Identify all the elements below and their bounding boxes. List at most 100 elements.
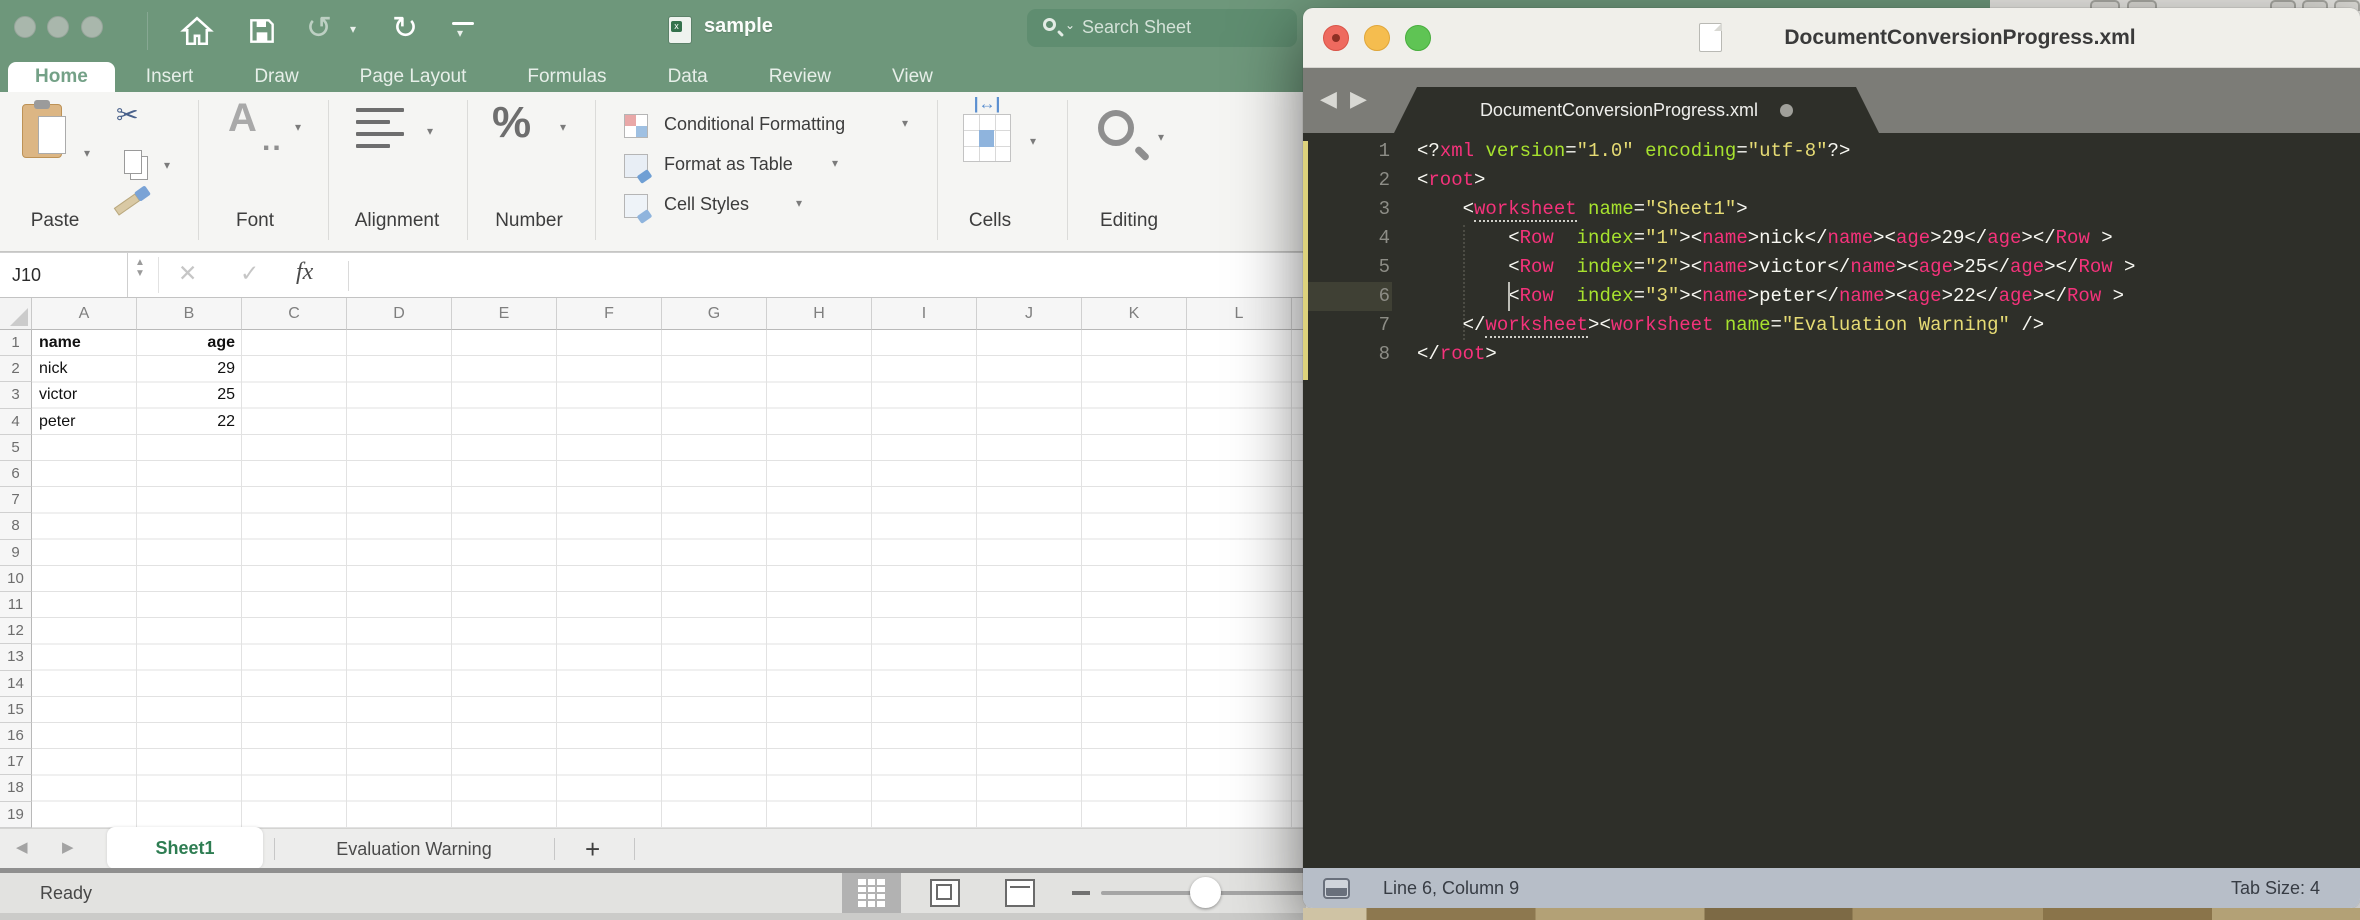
column-header-H[interactable]: H [767, 298, 872, 330]
close-button[interactable] [14, 16, 36, 38]
alignment-caret[interactable]: ▾ [427, 124, 433, 138]
row-header-7[interactable]: 7 [0, 487, 32, 513]
row-header-5[interactable]: 5 [0, 435, 32, 461]
grid-cell[interactable]: peter [32, 409, 137, 435]
search-box[interactable]: ⌄ Search Sheet [1027, 9, 1297, 47]
row-header-3[interactable]: 3 [0, 382, 32, 408]
column-header-D[interactable]: D [347, 298, 452, 330]
row-header-4[interactable]: 4 [0, 409, 32, 435]
nav-forward-icon[interactable]: ▶ [1350, 86, 1367, 112]
conditional-formatting-caret[interactable]: ▾ [902, 116, 908, 130]
conditional-formatting-label[interactable]: Conditional Formatting [664, 114, 845, 135]
minimize-button[interactable] [1364, 25, 1390, 51]
row-header-2[interactable]: 2 [0, 356, 32, 382]
ribbon-tab-home[interactable]: Home [8, 62, 115, 92]
row-header-10[interactable]: 10 [0, 566, 32, 592]
editing-caret[interactable]: ▾ [1158, 130, 1164, 144]
add-sheet-button[interactable]: + [585, 829, 600, 869]
select-all-corner[interactable] [0, 298, 32, 330]
row-header-19[interactable]: 19 [0, 802, 32, 828]
grid-cell[interactable]: 29 [137, 356, 242, 382]
column-header-L[interactable]: L [1187, 298, 1292, 330]
ribbon-tab-view[interactable]: View [889, 62, 936, 92]
grid-cell[interactable]: 25 [137, 382, 242, 408]
zoom-slider-knob[interactable] [1190, 877, 1221, 908]
number-format-icon[interactable]: % [492, 98, 531, 148]
column-header-E[interactable]: E [452, 298, 557, 330]
ribbon-tab-data[interactable]: Data [665, 62, 711, 92]
paste-caret[interactable]: ▾ [84, 146, 90, 160]
row-header-9[interactable]: 9 [0, 540, 32, 566]
cut-icon[interactable]: ✂ [116, 100, 139, 131]
row-header-1[interactable]: 1 [0, 330, 32, 356]
row-header-12[interactable]: 12 [0, 618, 32, 644]
zoom-button[interactable] [81, 16, 103, 38]
undo-dropdown-caret[interactable]: ▾ [350, 22, 356, 36]
page-break-view-button[interactable] [1005, 879, 1035, 907]
toolbar-more-caret[interactable]: ▾ [457, 26, 463, 40]
zoom-button[interactable] [1405, 25, 1431, 51]
zoom-out-icon[interactable] [1072, 891, 1090, 895]
search-scope-caret[interactable]: ⌄ [1065, 18, 1075, 32]
undo-icon[interactable]: ↻ [306, 11, 332, 45]
cells-caret[interactable]: ▾ [1030, 134, 1036, 148]
cell-styles-label[interactable]: Cell Styles [664, 194, 749, 215]
confirm-entry-icon[interactable]: ✓ [240, 260, 259, 287]
row-header-14[interactable]: 14 [0, 671, 32, 697]
sheet-prev-icon[interactable]: ◀ [16, 838, 28, 856]
grid-cell[interactable]: victor [32, 382, 137, 408]
format-as-table-icon[interactable] [624, 154, 648, 178]
row-header-6[interactable]: 6 [0, 461, 32, 487]
insert-function-icon[interactable]: fx [296, 259, 313, 286]
column-header-K[interactable]: K [1082, 298, 1187, 330]
cell-styles-icon[interactable] [624, 194, 648, 218]
conditional-formatting-icon[interactable] [624, 114, 648, 138]
column-header-F[interactable]: F [557, 298, 662, 330]
column-header-C[interactable]: C [242, 298, 347, 330]
column-header-I[interactable]: I [872, 298, 977, 330]
name-box-stepper[interactable]: ▲▼ [130, 257, 150, 279]
row-header-17[interactable]: 17 [0, 749, 32, 775]
column-header-B[interactable]: B [137, 298, 242, 330]
grid-cell[interactable]: name [32, 330, 137, 356]
normal-view-button[interactable] [842, 873, 901, 913]
cancel-entry-icon[interactable]: ✕ [178, 260, 197, 287]
number-caret[interactable]: ▾ [560, 120, 566, 134]
inspector-toggle-icon[interactable] [1323, 878, 1350, 899]
column-header-G[interactable]: G [662, 298, 767, 330]
column-header-J[interactable]: J [977, 298, 1082, 330]
editor-tab[interactable]: DocumentConversionProgress.xml [1394, 87, 1879, 133]
sheet-next-icon[interactable]: ▶ [62, 838, 74, 856]
format-as-table-caret[interactable]: ▾ [832, 156, 838, 170]
close-button[interactable] [1323, 25, 1349, 51]
toolbar-more-icon[interactable] [452, 22, 474, 25]
sheet-tab-sheet1[interactable]: Sheet1 [107, 827, 263, 869]
ribbon-tab-draw[interactable]: Draw [251, 62, 301, 92]
ribbon-tab-insert[interactable]: Insert [143, 62, 197, 92]
page-layout-view-button[interactable] [930, 879, 960, 907]
grid-cell[interactable]: age [137, 330, 242, 356]
copy-caret[interactable]: ▾ [164, 158, 170, 172]
font-icon[interactable]: A [228, 96, 257, 141]
formula-input[interactable] [360, 253, 1306, 297]
row-header-16[interactable]: 16 [0, 723, 32, 749]
grid-cell[interactable]: nick [32, 356, 137, 382]
grid-cell[interactable]: 22 [137, 409, 242, 435]
format-as-table-label[interactable]: Format as Table [664, 154, 793, 175]
redo-icon[interactable]: ↻ [392, 11, 418, 45]
save-icon[interactable] [246, 15, 278, 47]
sheet-tab-evaluation-warning[interactable]: Evaluation Warning [274, 829, 554, 869]
minimize-button[interactable] [47, 16, 69, 38]
column-header-A[interactable]: A [32, 298, 137, 330]
font-caret[interactable]: ▾ [295, 120, 301, 134]
row-header-18[interactable]: 18 [0, 775, 32, 801]
spreadsheet-grid[interactable]: ABCDEFGHIJKLM 12345678910111213141516171… [0, 298, 1306, 828]
ribbon-tab-review[interactable]: Review [766, 62, 834, 92]
editing-icon[interactable] [1098, 110, 1134, 146]
row-header-15[interactable]: 15 [0, 697, 32, 723]
row-header-13[interactable]: 13 [0, 644, 32, 670]
ribbon-tab-page-layout[interactable]: Page Layout [357, 62, 470, 92]
home-icon[interactable] [180, 14, 214, 48]
row-header-11[interactable]: 11 [0, 592, 32, 618]
ribbon-tab-formulas[interactable]: Formulas [524, 62, 609, 92]
